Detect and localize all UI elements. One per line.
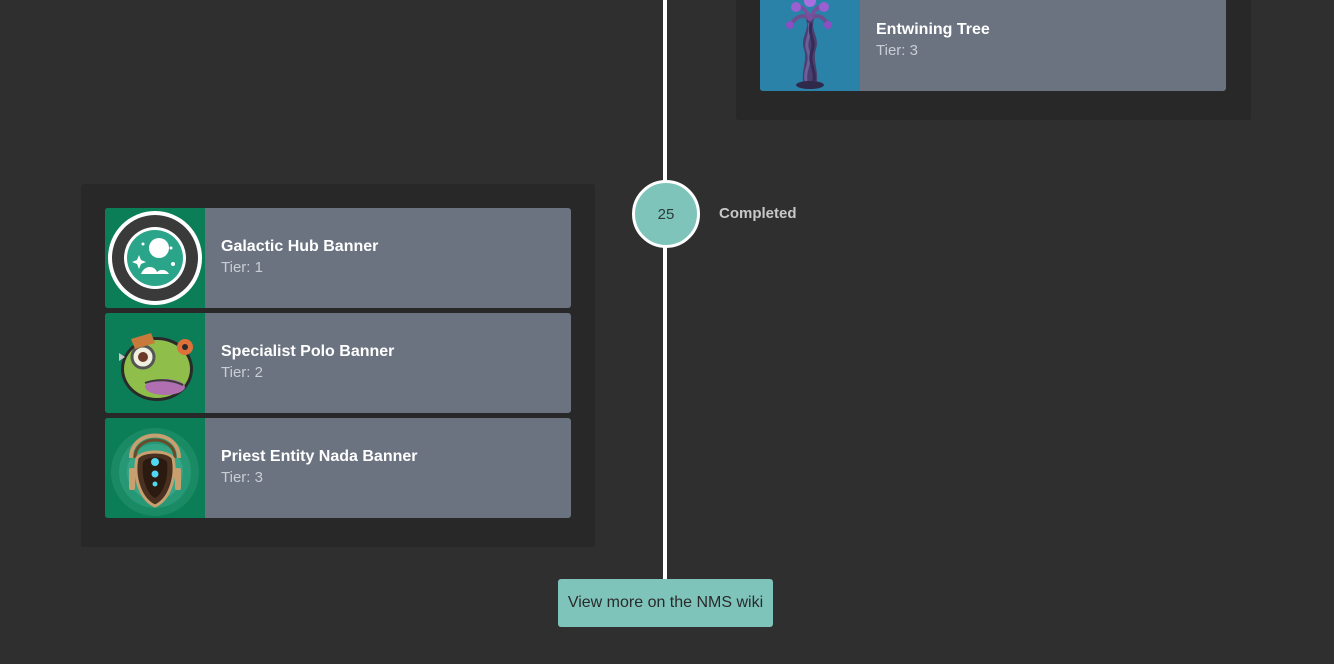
reward-name: Priest Entity Nada Banner: [221, 448, 418, 465]
reward-tier: Tier: 3: [221, 469, 263, 486]
reward-name: Entwining Tree: [876, 21, 990, 38]
reward-tier: Tier: 2: [221, 364, 263, 381]
reward-card-entwining-tree[interactable]: Entwining Tree Tier: 3: [760, 0, 1226, 91]
milestone-number: 25: [657, 205, 675, 223]
reward-name: Specialist Polo Banner: [221, 343, 395, 360]
milestone-status: Completed: [719, 205, 797, 222]
reward-tier: Tier: 1: [221, 259, 263, 276]
reward-tier: Tier: 3: [876, 42, 918, 59]
milestone-node: 25: [632, 180, 700, 248]
entwining-tree-image: [760, 0, 860, 91]
reward-card-galactic-hub-banner[interactable]: Galactic Hub Banner Tier: 1: [105, 208, 571, 308]
nada-portrait-icon: [105, 418, 205, 518]
timeline-line: [663, 0, 667, 580]
view-wiki-button[interactable]: View more on the NMS wiki: [558, 579, 773, 627]
reward-card-specialist-polo-banner[interactable]: Specialist Polo Banner Tier: 2: [105, 313, 571, 413]
reward-group-lower: Galactic Hub Banner Tier: 1 Specialist P…: [81, 184, 595, 547]
galactic-hub-emblem-icon: [105, 208, 205, 308]
reward-group-upper: Entwining Tree Tier: 3: [736, 0, 1251, 120]
reward-name: Galactic Hub Banner: [221, 238, 379, 255]
reward-card-priest-entity-nada-banner[interactable]: Priest Entity Nada Banner Tier: 3: [105, 418, 571, 518]
polo-portrait-icon: [105, 313, 205, 413]
